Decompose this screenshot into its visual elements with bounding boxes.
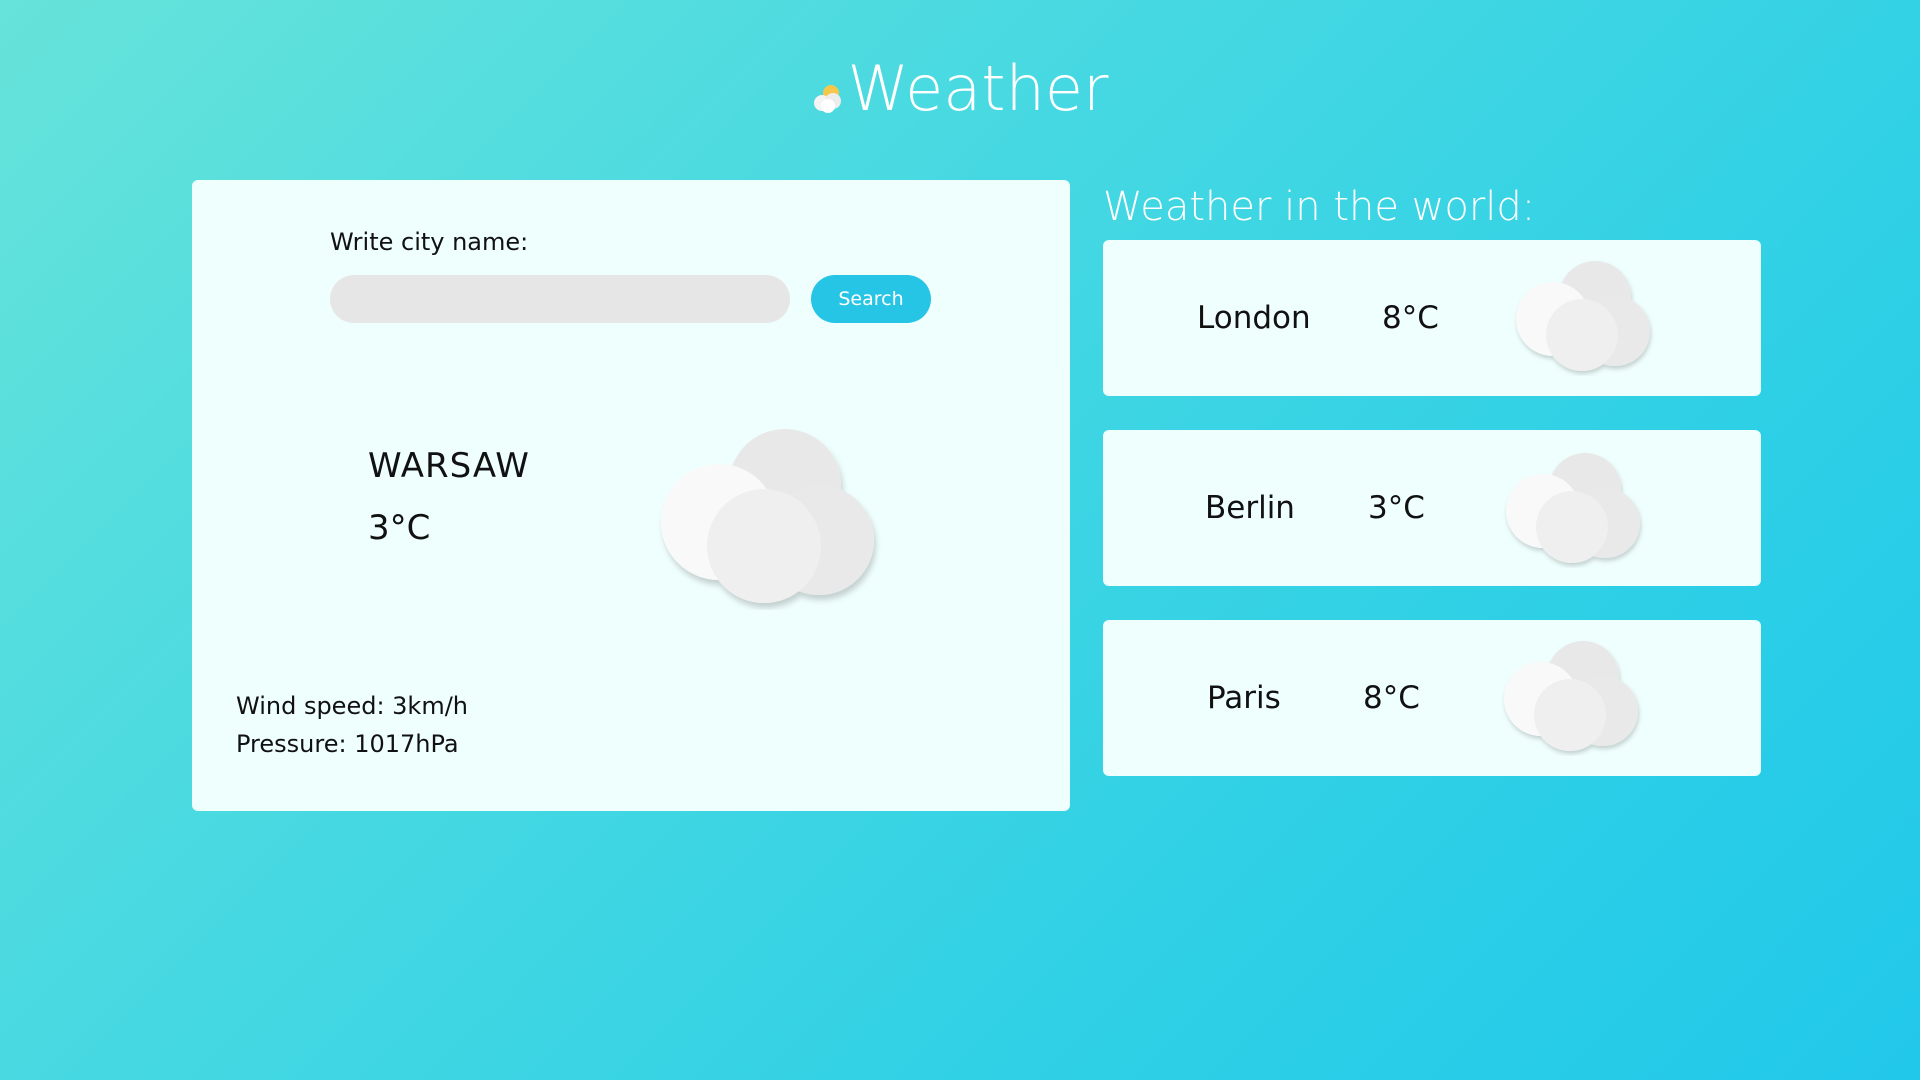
city-card-berlin: Berlin 3°C [1103, 430, 1761, 586]
city-card-temperature: 3°C [1368, 490, 1425, 526]
city-card-london: London 8°C [1103, 240, 1761, 396]
cloud-icon [1504, 641, 1638, 751]
pressure: Pressure: 1017hPa [236, 730, 459, 758]
city-card-temperature: 8°C [1363, 680, 1420, 716]
app-header: Weather [0, 58, 1920, 120]
wind-speed: Wind speed: 3km/h [236, 692, 469, 720]
world-weather-title: Weather in the world: [1103, 184, 1536, 230]
cloud-icon [1516, 261, 1650, 371]
city-card-name: Paris [1207, 680, 1281, 716]
cloud-icon [661, 429, 874, 603]
city-card-temperature: 8°C [1382, 300, 1439, 336]
city-search-input[interactable] [330, 275, 790, 323]
city-card-paris: Paris 8°C [1103, 620, 1761, 776]
search-label: Write city name: [330, 228, 529, 256]
cloud-icon [1506, 453, 1640, 563]
current-city-name: WARSAW [368, 446, 530, 486]
app-title: Weather [847, 52, 1109, 125]
app-title-wrap: Weather [811, 52, 1109, 125]
city-card-name: London [1197, 300, 1311, 336]
sun-cloud-icon [814, 85, 842, 113]
current-temperature: 3°C [368, 508, 431, 548]
current-weather-card: Write city name: Search WARSAW 3°C Wind … [192, 180, 1070, 811]
city-card-name: Berlin [1205, 490, 1295, 526]
search-button[interactable]: Search [811, 275, 931, 323]
